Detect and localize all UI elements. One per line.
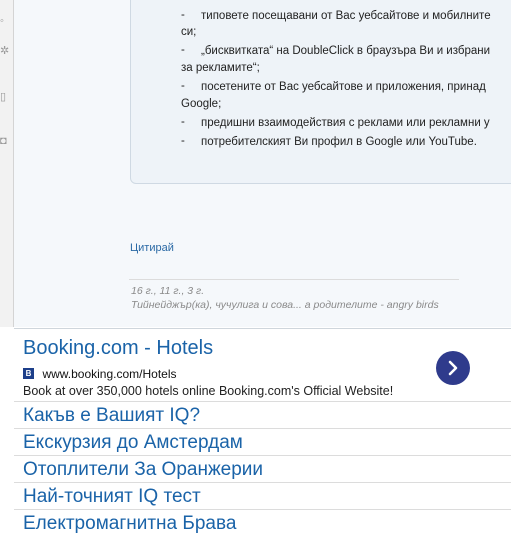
list-bullet: - <box>181 9 185 21</box>
quote-line-4: за рекламите“; <box>181 62 260 74</box>
signature-line-2: Тийнейджър(ка), чучулига и сова... а род… <box>131 299 439 311</box>
quote-icon[interactable]: ◦ <box>0 14 10 28</box>
ad-url: www.booking.com/Hotels <box>42 366 177 381</box>
list-bullet: - <box>181 116 185 128</box>
left-sidebar-rail: ◦ ✲ ▯ ◘ <box>0 0 14 327</box>
signature-line-1: 16 г., 11 г., 3 г. <box>131 285 205 297</box>
quote-line-3: „бисквитката“ на DoubleClick в браузъра … <box>201 45 491 57</box>
quote-line-5: посетените от Вас уебсайтове и приложени… <box>201 81 486 93</box>
ad-url-row[interactable]: B www.booking.com/Hotels <box>23 365 177 381</box>
list-bullet: - <box>181 135 185 147</box>
booking-favicon-icon: B <box>23 368 34 380</box>
ad-block: Booking.com - Hotels B www.booking.com/H… <box>14 328 511 548</box>
quote-block: - типовете посещавани от Вас уебсайтове … <box>130 0 511 184</box>
ad-arrow-button[interactable] <box>436 351 470 385</box>
quote-line-2: си; <box>181 26 197 38</box>
signature-divider <box>129 279 459 280</box>
quote-line-6: Google; <box>181 98 222 110</box>
document-icon[interactable]: ▯ <box>0 90 10 104</box>
ad-title-link[interactable]: Booking.com - Hotels <box>23 337 213 360</box>
gear-icon[interactable]: ✲ <box>0 44 10 58</box>
ad-link-lock[interactable]: Електромагнитна Брава <box>14 509 511 536</box>
ad-description: Book at over 350,000 hotels online Booki… <box>23 384 394 398</box>
list-bullet: - <box>181 44 185 56</box>
ad-links-list: Какъв е Вашият IQ? Екскурзия до Амстерда… <box>14 401 511 536</box>
ad-link-iq-test[interactable]: Най-точният IQ тест <box>14 482 511 509</box>
quote-line-8: потребителският Ви профил в Google или Y… <box>201 136 477 148</box>
list-bullet: - <box>181 80 185 92</box>
ad-link-iq[interactable]: Какъв е Вашият IQ? <box>14 401 511 428</box>
quote-line-7: предишни взаимодействия с реклами или ре… <box>201 117 490 129</box>
lock-icon[interactable]: ◘ <box>0 134 10 148</box>
chevron-right-icon <box>448 360 458 376</box>
ad-link-heaters[interactable]: Отоплители За Оранжерии <box>14 455 511 482</box>
quote-line-1: типовете посещавани от Вас уебсайтове и … <box>201 10 491 22</box>
ad-link-amsterdam[interactable]: Екскурзия до Амстердам <box>14 428 511 455</box>
quote-reply-link[interactable]: Цитирай <box>130 242 174 254</box>
